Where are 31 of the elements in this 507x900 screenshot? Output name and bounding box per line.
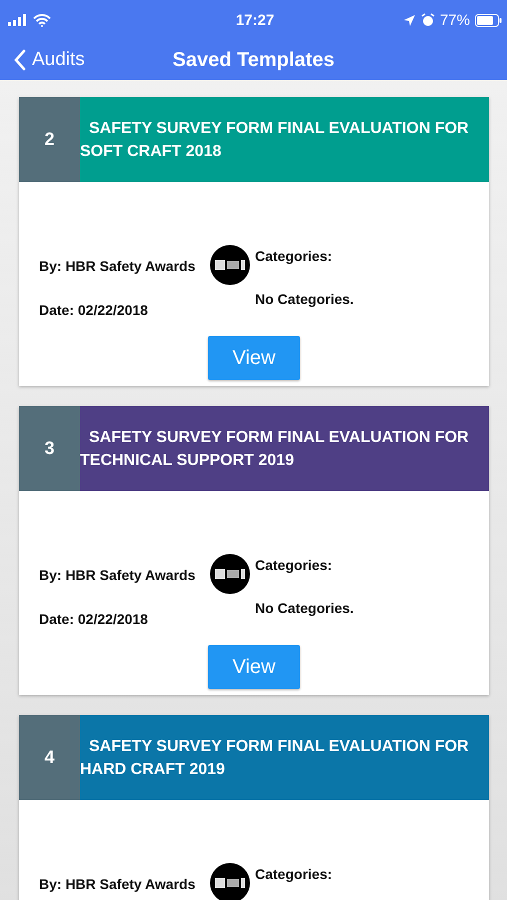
template-number: 2 xyxy=(19,97,80,182)
author-text: By: HBR Safety Awards xyxy=(39,258,196,275)
view-button[interactable]: View xyxy=(208,336,300,380)
battery-icon xyxy=(475,14,502,26)
author-text: By: HBR Safety Awards xyxy=(39,567,196,584)
categories-label: Categories: xyxy=(255,248,334,265)
template-title: SAFETY SURVEY FORM FINAL EVALUATION FOR SOFT CRAFT 2018 xyxy=(80,97,489,182)
date-text: Date: 02/22/2018 xyxy=(39,611,149,628)
battery-percentage: 77% xyxy=(440,12,470,28)
template-number: 4 xyxy=(19,715,80,800)
author-text: By: HBR Safety Awards xyxy=(39,876,196,893)
template-number: 3 xyxy=(19,406,80,491)
date-text: Date: 02/22/2018 xyxy=(39,302,149,319)
template-title: SAFETY SURVEY FORM FINAL EVALUATION FOR HARD CRAFT 2019 xyxy=(80,715,489,800)
categories-value: No Categories. xyxy=(255,291,354,308)
template-title: SAFETY SURVEY FORM FINAL EVALUATION FOR TECHNICAL SUPPORT 2019 xyxy=(80,406,489,491)
location-arrow-icon xyxy=(402,14,416,26)
logo-badge-icon xyxy=(210,863,250,900)
logo-badge-icon xyxy=(210,554,250,594)
categories-label: Categories: xyxy=(255,866,332,883)
categories-value: No Categories. xyxy=(255,600,354,617)
view-button[interactable]: View xyxy=(208,645,300,689)
back-button[interactable]: Audits xyxy=(0,49,85,71)
logo-badge-icon xyxy=(210,245,250,285)
screen-title: Saved Templates xyxy=(172,48,334,72)
back-chevron-icon xyxy=(14,49,26,71)
alarm-clock-icon xyxy=(420,13,435,27)
status-time: 17:27 xyxy=(236,12,274,28)
wifi-icon xyxy=(33,14,51,26)
categories-label: Categories: xyxy=(255,557,334,574)
signal-icon xyxy=(8,14,28,26)
